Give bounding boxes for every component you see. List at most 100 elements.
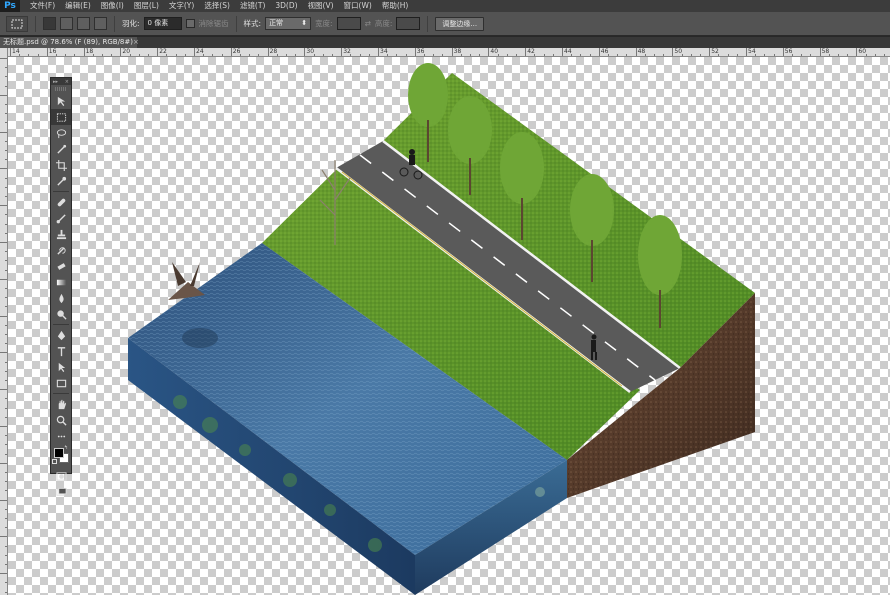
menu-image[interactable]: 图像(I) [96,0,129,12]
antialias-checkbox[interactable] [185,19,195,28]
separator [35,15,36,32]
ruler-tick [194,48,195,56]
menu-file[interactable]: 文件(F) [25,0,60,12]
ruler-tick [562,48,563,56]
style-select[interactable]: 正常 ⬍ [265,17,312,30]
ruler-tick [0,131,7,133]
history-brush-tool[interactable] [51,242,71,258]
eraser-tool[interactable] [51,258,71,274]
quick-select-tool[interactable] [51,141,71,157]
chevron-down-icon: ⬍ [301,19,308,27]
close-icon[interactable]: × [65,79,69,85]
dodge-tool[interactable] [51,306,71,322]
default-colors-icon[interactable] [52,459,57,464]
bandage-icon [57,198,65,206]
ruler-tick [378,48,379,56]
add-to-selection-button[interactable] [60,17,73,30]
type-icon [57,346,65,356]
panel-grip[interactable] [55,87,67,91]
menu-filter[interactable]: 滤镜(T) [235,0,270,12]
menu-select[interactable]: 选择(S) [199,0,235,12]
type-tool[interactable] [51,343,71,359]
ruler-tick [0,168,7,170]
foreground-color-swatch[interactable] [54,448,64,458]
eyedropper-tool[interactable] [51,173,71,189]
ruler-tick [0,499,7,501]
quick-mask-icon [55,471,67,481]
intersect-selection-button[interactable] [94,17,107,30]
gradient-tool[interactable] [51,274,71,290]
stamp-icon [56,229,66,239]
quick-mask-button[interactable] [51,468,71,484]
screen-mode-button[interactable] [51,484,71,500]
menu-help[interactable]: 帮助(H) [377,0,414,12]
lasso-tool[interactable] [51,125,71,141]
separator [53,191,69,192]
ruler-tick [819,48,821,56]
menu-type[interactable]: 文字(Y) [164,0,199,12]
ruler-tick [488,48,490,56]
swap-colors-icon[interactable]: ↰ [64,445,68,451]
separator [53,393,69,394]
ruler-horizontal[interactable]: 14 16 18 20 22 24 26 28 30 32 34 36 38 40 42 44 46 48 50 52… [8,48,890,57]
clone-stamp-tool[interactable] [51,226,71,242]
menu-edit[interactable]: 编辑(E) [60,0,96,12]
document-tab[interactable]: 无标题.psd @ 78.6% (F (89), RGB/8#) × [0,37,139,48]
move-icon [57,96,65,106]
pen-tool[interactable] [51,327,71,343]
crop-tool[interactable] [51,157,71,173]
ruler-tick [856,48,858,56]
brush-icon [56,213,66,223]
move-tool[interactable] [51,93,71,109]
swap-icon[interactable]: ⇄ [365,19,371,28]
hand-tool[interactable] [51,396,71,412]
menu-3d[interactable]: 3D(D) [270,0,302,12]
height-input[interactable] [396,17,421,30]
style-value: 正常 [269,19,284,27]
menu-view[interactable]: 视图(V) [303,0,339,12]
options-bar: 羽化: 0 像素 消除锯齿 样式: 正常 ⬍ 宽度: ⇄ 高度: 调整边缘... [0,12,890,36]
ruler-tick [0,389,7,391]
photoshop-logo: Ps [0,0,20,12]
style-label: 样式: [243,19,262,28]
document-canvas[interactable] [8,57,890,595]
magnifier-icon [56,415,67,426]
quick-select-icon [56,144,66,154]
crop-icon [55,159,67,171]
healing-brush-tool[interactable] [51,194,71,210]
ruler-tick [746,48,747,56]
brush-tool[interactable] [51,210,71,226]
more-tools[interactable] [51,428,71,444]
document-tab-bar: 无标题.psd @ 78.6% (F (89), RGB/8#) × [0,37,890,48]
zoom-tool[interactable] [51,412,71,428]
menu-bar: Ps 文件(F) 编辑(E) 图像(I) 图层(L) 文字(Y) 选择(S) 滤… [0,0,890,12]
separator [427,15,429,32]
tools-panel: ▸▸ × ↰ [50,77,72,496]
ruler-tick [0,242,7,243]
new-selection-button[interactable] [43,17,56,30]
menu-layer[interactable]: 图层(L) [129,0,164,12]
rectangle-tool[interactable] [51,375,71,391]
refine-edge-button[interactable]: 调整边缘... [435,16,485,31]
ruler-vertical[interactable] [0,48,8,595]
height-label: 高度: [374,19,393,28]
history-brush-icon [56,246,66,255]
ruler-tick [10,48,11,56]
marquee-tool[interactable] [51,109,71,125]
ruler-tick [0,536,7,538]
blur-tool[interactable] [51,290,71,306]
tool-preset-picker[interactable] [6,15,28,32]
collapse-icon[interactable]: ▸▸ [53,79,58,85]
marquee-icon [11,19,23,28]
subtract-selection-button[interactable] [77,17,90,30]
tools-panel-header[interactable]: ▸▸ × [51,78,71,85]
ruler-tick [0,278,7,280]
ruler-tick [230,48,232,56]
menu-window[interactable]: 窗口(W) [339,0,377,12]
antialias-label: 消除锯齿 [198,19,229,28]
ruler-tick [46,48,48,56]
close-icon[interactable]: × [133,37,139,48]
width-input[interactable] [336,17,361,30]
feather-input[interactable]: 0 像素 [143,17,182,30]
path-select-tool[interactable] [51,359,71,375]
